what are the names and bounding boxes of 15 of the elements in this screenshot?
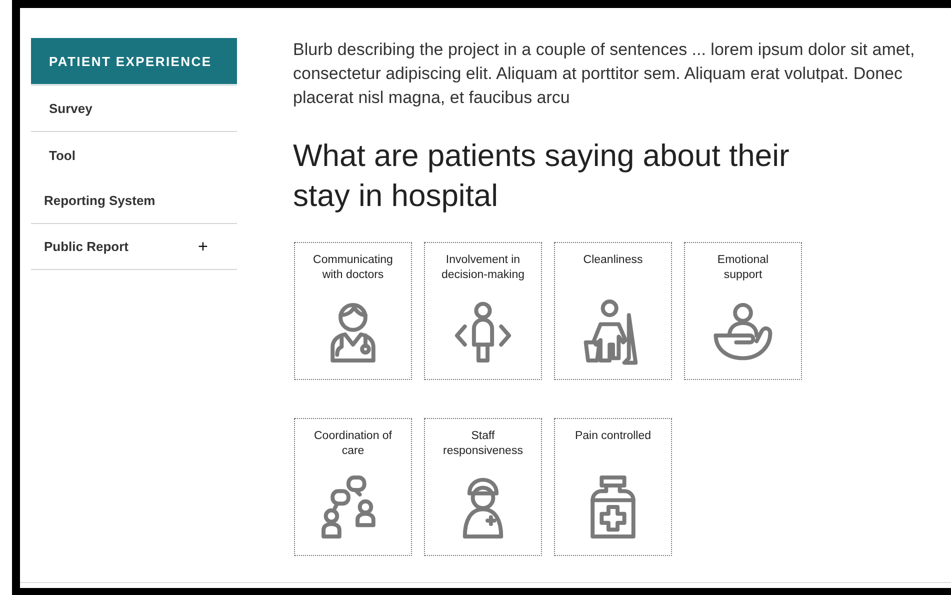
sidebar-heading: PATIENT EXPERIENCE (31, 38, 237, 86)
page-heading: What are patients saying about their stay in hospital (293, 137, 790, 215)
topic-tile[interactable]: Emotional support (684, 242, 802, 380)
topic-tile[interactable]: Coordination of care (294, 418, 412, 556)
intro-text: Blurb describing the project in a couple of sentences ... lorem ipsum dolor sit amet, consectetur adipiscing elit. Aliquam at porttitor sem. Aliquam erat volutpat. Donec placerat nisl magna, et faucibus arcu (293, 39, 916, 109)
topic-tile[interactable]: Involvement in decision-making (424, 242, 542, 380)
sidebar-link[interactable]: Survey (49, 101, 92, 116)
topic-tile[interactable]: Staff responsiveness (424, 418, 542, 556)
topic-tile[interactable]: Communicating with doctors (294, 242, 412, 380)
topic-tile[interactable]: Cleanliness (554, 242, 672, 380)
topic-tile[interactable]: Pain controlled (554, 418, 672, 556)
sidebar-link[interactable]: Reporting System (44, 193, 156, 208)
sidebar-link[interactable]: Public Report (44, 239, 129, 254)
sidebar-link[interactable]: Tool (49, 148, 76, 162)
expand-toggle[interactable]: + (198, 236, 208, 256)
